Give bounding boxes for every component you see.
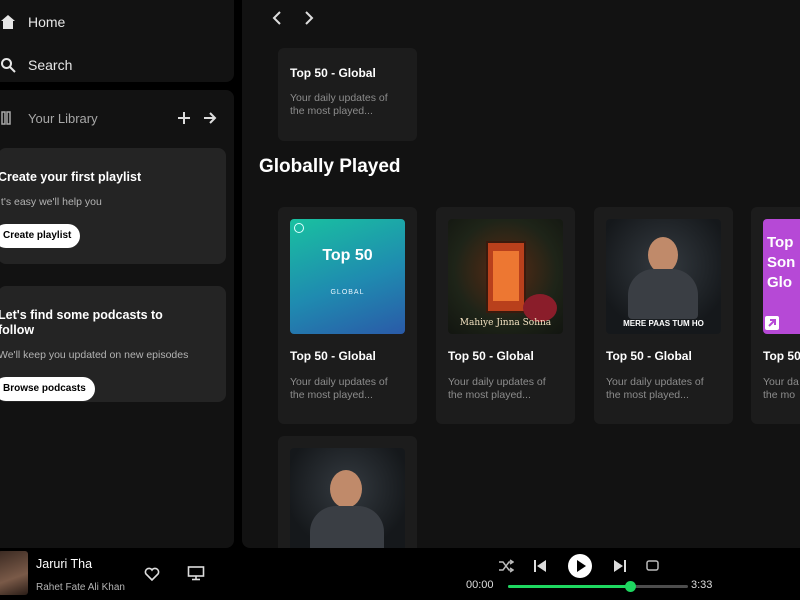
playlist-card-2-title: Top 50 - Global [448,349,534,363]
play-icon [577,560,586,572]
nav-search[interactable]: Search [0,57,72,73]
top-card-title: Top 50 - Global [290,66,376,80]
progress-fill [508,585,631,588]
playlist-card-4[interactable]: Top Son Glo Top 50 Your da the mo [751,207,800,424]
plus-icon[interactable] [176,110,192,126]
nav-search-label: Search [28,57,73,73]
create-playlist-card: Create your first playlist It's easy we'… [0,148,226,264]
playlist-card-4-title: Top 50 [763,349,800,363]
podcasts-heading-line2: follow [0,323,35,337]
artist-head [648,237,678,273]
playlist-card-2-desc-1: Your daily updates of [448,376,546,388]
playlist-card-3-desc-2: the most played... [606,389,689,401]
playlist-cover-3: MERE PAAS TUM HO [606,219,721,334]
library-header: Your Library [0,108,224,128]
now-playing-title[interactable]: Jaruri Tha [36,557,92,571]
library-icon[interactable] [0,110,16,126]
time-total: 3:33 [691,579,713,591]
playlist-card-4-desc-1: Your da [763,376,799,388]
previous-icon[interactable] [533,559,547,573]
playlist-card-2-desc-2: the most played... [448,389,531,401]
share-arrow-icon [765,316,779,330]
playlist-card-1[interactable]: Top 50 GLOBAL Top 50 - Global Your daily… [278,207,417,424]
nav-panel: Home Search [0,0,234,82]
top-card-desc-2: the most played... [290,105,373,117]
time-current: 00:00 [466,579,494,591]
podcasts-card: Let's find some podcasts to follow We'll… [0,286,226,402]
arrow-right-icon[interactable] [202,110,218,126]
nav-home[interactable]: Home [0,14,65,30]
shuffle-icon[interactable] [498,558,514,574]
create-playlist-heading: Create your first playlist [0,170,142,184]
create-playlist-button[interactable]: Create playlist [0,224,81,248]
playlist-card-1-desc-1: Your daily updates of [290,376,388,388]
chevron-right-icon[interactable] [300,10,316,26]
artist-head-2 [330,470,362,508]
home-icon [1,15,15,29]
top-card[interactable]: Top 50 - Global Your daily updates of th… [278,48,417,141]
heart-icon[interactable] [144,566,160,582]
playlist-card-4-desc-2: the mo [763,389,796,401]
cover-4-title: Top Son Glo [767,234,796,291]
playlist-card-1-title: Top 50 - Global [290,349,376,363]
next-icon[interactable] [613,559,627,573]
search-icon [1,58,16,73]
playlist-cover-1: Top 50 GLOBAL [290,219,405,334]
play-button[interactable] [568,554,592,578]
progress-handle[interactable] [625,581,637,592]
chevron-left-icon[interactable] [270,10,286,26]
repeat-icon[interactable] [645,559,661,573]
playlist-card-5[interactable] [278,436,417,548]
playlist-card-3[interactable]: MERE PAAS TUM HO Top 50 - Global Your da… [594,207,733,424]
playlist-cover-2: Mahiye Jinna Sohna [448,219,563,334]
cover-2-title: Mahiye Jinna Sohna [459,318,552,328]
browse-podcasts-button[interactable]: Browse podcasts [0,377,95,401]
now-playing-cover [0,551,28,595]
spotify-mini-icon [294,223,304,233]
playlist-card-2[interactable]: Mahiye Jinna Sohna Top 50 - Global Your … [436,207,575,424]
create-playlist-text: It's easy we'll help you [0,196,102,208]
cover-1-title: Top 50 [322,247,373,264]
artist-body-2 [310,506,384,548]
library-panel: Your Library Create your first playlist … [0,90,234,548]
library-title[interactable]: Your Library [28,111,98,126]
section-title: Globally Played [259,156,401,177]
playlist-cover-4: Top Son Glo [763,219,800,334]
cover-1-sub: GLOBAL [330,289,365,296]
top-card-desc-1: Your daily updates of [290,92,388,104]
playlist-cover-5 [290,448,405,548]
player-bar: Jaruri Tha Rahet Fate Ali Khan 00:00 3:3… [0,548,800,600]
progress-track[interactable] [508,581,688,592]
podcasts-heading-line1: Let's find some podcasts to [0,308,163,322]
artist-body [628,269,698,319]
nav-home-label: Home [28,14,66,30]
phone-booth-graphic [486,241,526,313]
playlist-card-1-desc-2: the most played... [290,389,373,401]
playlist-card-3-title: Top 50 - Global [606,349,692,363]
playlist-card-3-desc-1: Your daily updates of [606,376,704,388]
podcasts-text: We'll keep you updated on new episodes [0,349,189,361]
device-icon[interactable] [187,565,205,581]
cover-3-title: MERE PAAS TUM HO [623,319,704,328]
now-playing-artist[interactable]: Rahet Fate Ali Khan [36,582,125,593]
